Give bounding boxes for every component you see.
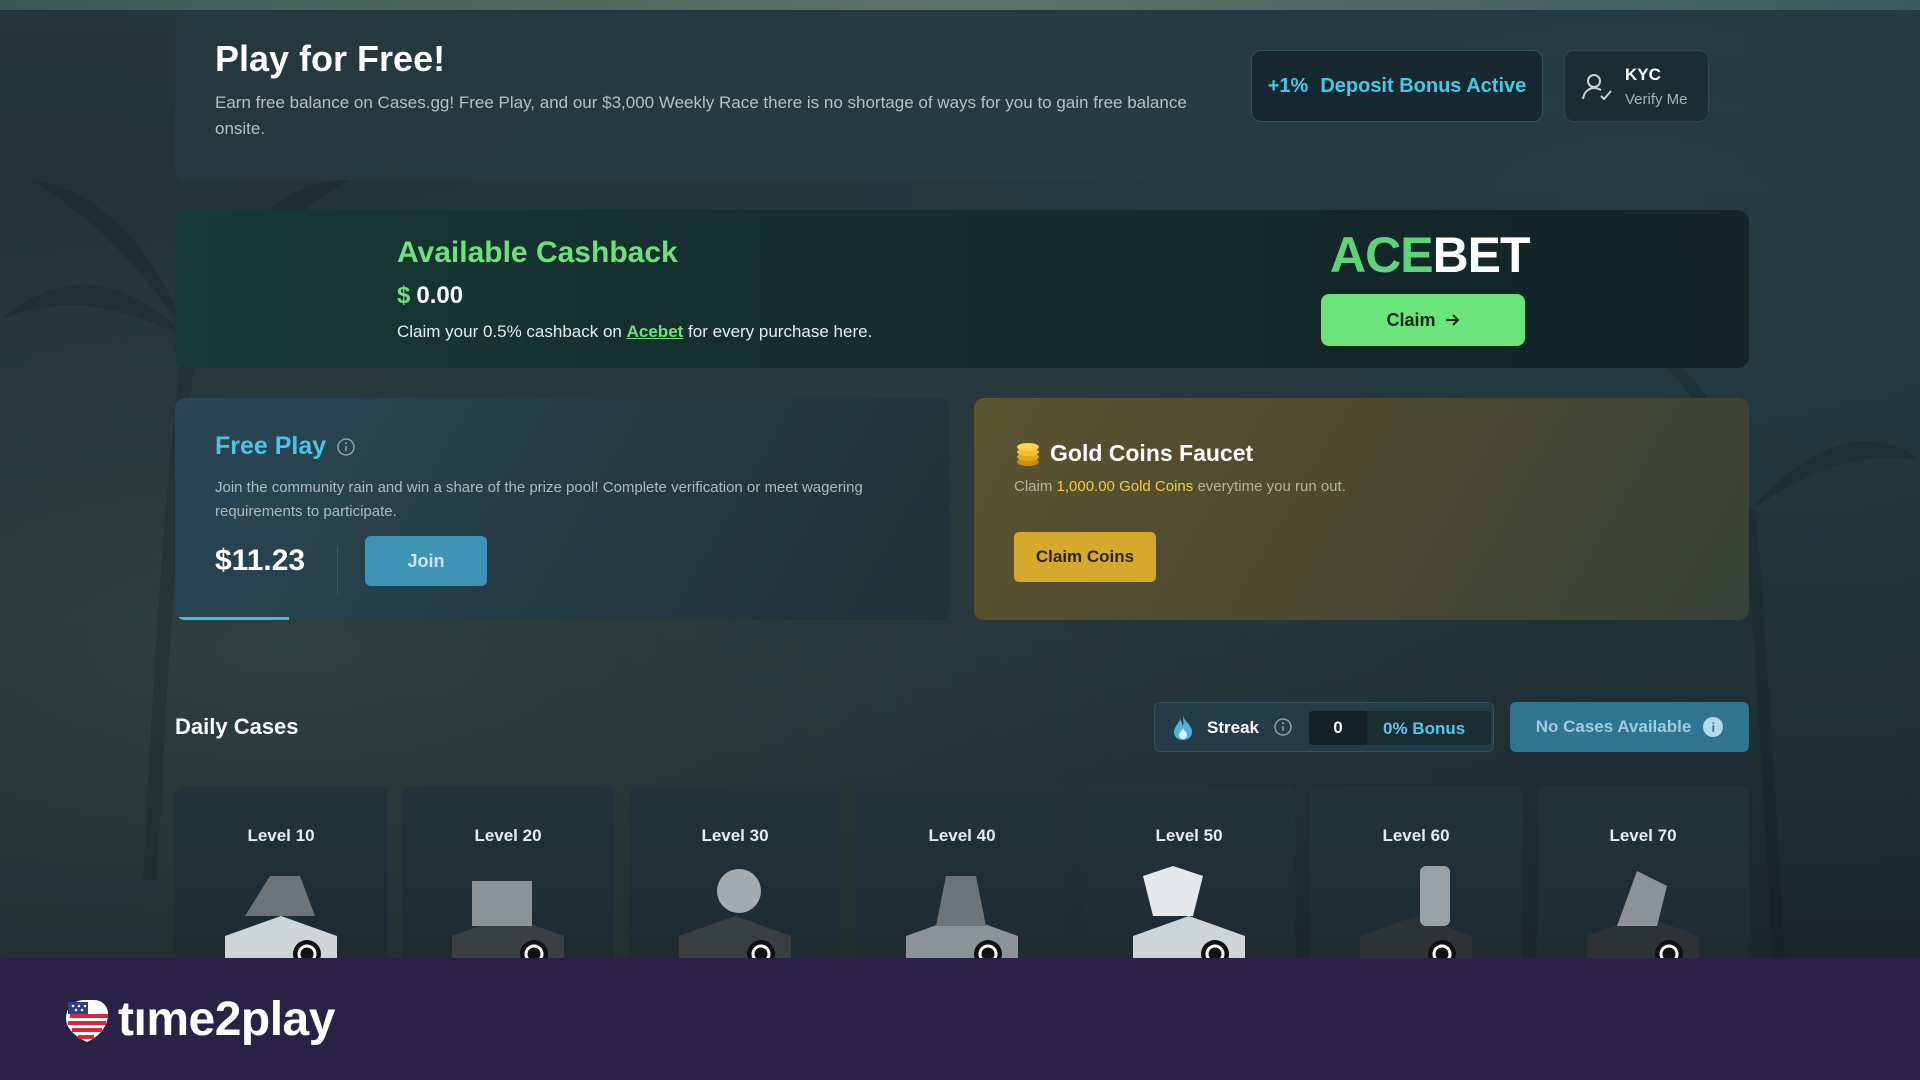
us-flag-logo-icon bbox=[66, 1000, 108, 1042]
no-cases-label: No Cases Available bbox=[1535, 717, 1692, 736]
flame-icon bbox=[1174, 716, 1192, 740]
gold-coins-faucet-panel: Gold Coins Faucet Claim 1,000.00 Gold Co… bbox=[974, 398, 1749, 620]
cashback-desc-suffix: for every purchase here. bbox=[688, 322, 873, 341]
acebet-link[interactable]: Acebet bbox=[627, 322, 684, 341]
gold-coins-icon bbox=[1017, 443, 1039, 466]
divider bbox=[337, 546, 338, 594]
case-box-icon bbox=[1587, 871, 1699, 970]
faucet-title: Gold Coins Faucet bbox=[1050, 440, 1254, 466]
cashback-title: Available Cashback bbox=[397, 236, 678, 269]
join-button[interactable]: Join bbox=[365, 536, 487, 586]
case-box-icon bbox=[1360, 866, 1472, 970]
case-label: Level 40 bbox=[928, 826, 996, 845]
streak-label: Streak bbox=[1207, 718, 1259, 737]
cashback-amount: $0.00 bbox=[397, 282, 463, 310]
bonus-label: Deposit Bonus Active bbox=[1320, 74, 1527, 97]
kyc-verify-button[interactable]: KYC Verify Me bbox=[1564, 50, 1709, 122]
info-filled-icon: i bbox=[1703, 717, 1724, 737]
free-play-description: Join the community rain and win a share … bbox=[215, 479, 863, 520]
case-card-level-20[interactable]: Level 20 bbox=[402, 786, 614, 970]
streak-info-icon[interactable] bbox=[1273, 717, 1293, 737]
cashback-value: 0.00 bbox=[416, 282, 464, 309]
case-card-level-10[interactable]: Level 10 bbox=[175, 786, 387, 970]
case-label: Level 30 bbox=[701, 826, 769, 845]
case-card-level-60[interactable]: Level 60 bbox=[1310, 786, 1522, 970]
brand-name: tıme2play bbox=[118, 993, 335, 1046]
case-card-level-30[interactable]: Level 30 bbox=[629, 786, 841, 970]
acebet-logo: ACEBET bbox=[1330, 226, 1531, 284]
cashback-description: Claim your 0.5% cashback on Acebet for e… bbox=[397, 322, 872, 342]
cashback-desc-prefix: Claim your 0.5% cashback on bbox=[397, 322, 622, 341]
arrow-right-icon bbox=[1445, 314, 1459, 326]
bonus-percent: +1% bbox=[1267, 74, 1309, 97]
case-label: Level 70 bbox=[1609, 826, 1677, 845]
daily-cases-list: Level 10 Level 20 Level 30 Level 40 Leve… bbox=[175, 786, 1749, 970]
streak-widget: Streak 0 0% Bonus bbox=[1154, 702, 1494, 752]
faucet-desc-prefix: Claim bbox=[1014, 478, 1053, 495]
deposit-bonus-badge[interactable]: +1% Deposit Bonus Active bbox=[1251, 50, 1543, 122]
case-label: Level 10 bbox=[247, 826, 315, 845]
user-check-icon bbox=[1582, 74, 1612, 101]
free-play-title-text: Free Play bbox=[215, 432, 327, 460]
header-panel: Play for Free! Earn free balance on Case… bbox=[175, 12, 1749, 180]
case-label: Level 60 bbox=[1382, 826, 1450, 845]
case-box-icon bbox=[906, 876, 1018, 970]
case-box-icon bbox=[1133, 866, 1245, 970]
case-card-level-50[interactable]: Level 50 bbox=[1083, 786, 1295, 970]
faucet-description: Claim 1,000.00 Gold Coins everytime you … bbox=[1014, 478, 1346, 495]
case-box-icon bbox=[225, 876, 337, 970]
streak-count: 0 bbox=[1309, 711, 1367, 745]
case-label: Level 50 bbox=[1155, 826, 1223, 845]
page-description: Earn free balance on Cases.gg! Free Play… bbox=[215, 93, 1187, 138]
case-box-icon bbox=[452, 881, 564, 970]
logo-bet: BET bbox=[1432, 227, 1531, 283]
case-label: Level 20 bbox=[474, 826, 542, 845]
free-play-panel: Free Play Join the community rain and wi… bbox=[175, 398, 949, 620]
no-cases-available-button[interactable]: No Cases Available i bbox=[1510, 702, 1749, 752]
streak-bonus: 0% Bonus bbox=[1383, 719, 1466, 738]
page-title: Play for Free! bbox=[215, 38, 446, 79]
case-box-icon bbox=[679, 869, 791, 970]
case-card-level-70[interactable]: Level 70 bbox=[1537, 786, 1749, 970]
gold-coins-amount: 1,000.00 Gold Coins bbox=[1056, 478, 1194, 495]
streak-status: 0 0% Bonus bbox=[1309, 711, 1491, 745]
info-icon[interactable] bbox=[336, 437, 356, 457]
currency-symbol: $ bbox=[397, 282, 411, 309]
free-play-amount: $11.23 bbox=[215, 544, 306, 577]
claim-cashback-button[interactable]: Claim bbox=[1321, 294, 1525, 346]
kyc-subtitle: Verify Me bbox=[1625, 91, 1688, 108]
free-play-title: Free Play bbox=[215, 432, 356, 461]
free-play-progress-bar bbox=[179, 617, 289, 620]
daily-cases-title: Daily Cases bbox=[175, 714, 299, 739]
faucet-desc-suffix: everytime you run out. bbox=[1197, 478, 1346, 495]
claim-label: Claim bbox=[1386, 309, 1436, 330]
logo-ace: ACE bbox=[1330, 227, 1434, 283]
claim-coins-button[interactable]: Claim Coins bbox=[1014, 532, 1156, 582]
case-card-level-40[interactable]: Level 40 bbox=[856, 786, 1068, 970]
cashback-panel: Available Cashback $0.00 Claim your 0.5%… bbox=[175, 210, 1749, 368]
top-strip bbox=[0, 0, 1920, 10]
kyc-title: KYC bbox=[1625, 65, 1661, 84]
